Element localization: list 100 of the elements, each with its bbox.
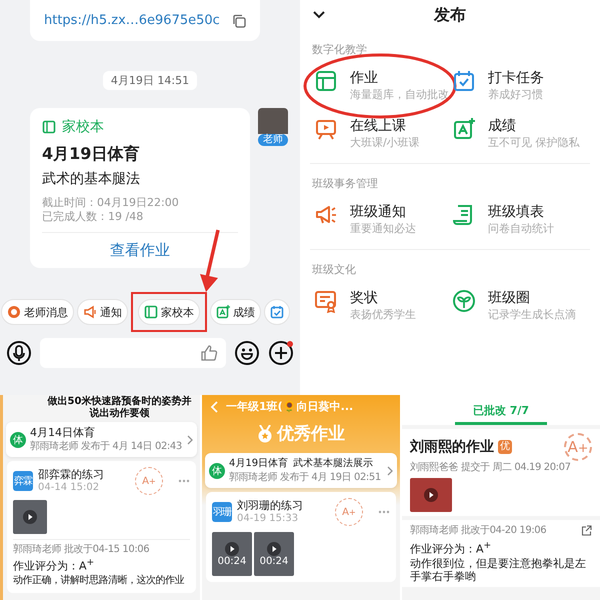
card-title: 4月19日体育 <box>42 144 140 164</box>
submission-time: 04-14 15:02 <box>38 482 100 494</box>
option-title: 班级填表 <box>488 203 545 221</box>
play-icon <box>225 542 239 556</box>
avatar-photo <box>258 108 288 134</box>
option-title: 在线上课 <box>350 117 407 135</box>
deadline-text: 截止时间：04月19日22:00 <box>42 196 180 210</box>
chevron-right-icon[interactable] <box>187 434 193 444</box>
review-comment: 动作正确，讲解时思路清晰，这次的作业 <box>13 574 186 587</box>
review-info: 郭雨琦老师 批改于04-15 10:06 <box>13 543 150 556</box>
quick-action-chip[interactable]: 通知 <box>77 299 128 325</box>
option-subtitle: 养成好习惯 <box>488 87 544 103</box>
publish-info: 郭雨琦老师 发布于 4月 14日 02:43 <box>30 440 183 453</box>
card-subtitle: 武术的基本腿法 <box>42 170 141 188</box>
publish-option[interactable]: 打卡任务 养成好习惯 <box>450 63 588 103</box>
review-info: 郭雨琦老师 批改于04-20 19:06 <box>410 524 546 537</box>
publish-option[interactable]: 奖状 表扬优秀学生 <box>312 283 450 323</box>
calendar-check-icon <box>452 69 476 93</box>
option-subtitle: 互不可见 保护隐私 <box>488 135 580 151</box>
notebook-icon <box>42 120 56 134</box>
publish-option[interactable]: 班级填表 问卷自动统计 <box>450 197 588 237</box>
submission-time: 04-19 15:33 <box>237 513 300 525</box>
option-subtitle: 记录学生成长点滴 <box>488 307 576 323</box>
chart-box-icon <box>216 305 230 319</box>
teacher-badge: 老师 <box>258 134 288 146</box>
quick-action-chip[interactable]: 老师消息 <box>1 299 74 325</box>
excellent-badge: 优 <box>498 440 512 454</box>
quick-action-chip[interactable]: 成绩 <box>210 299 261 325</box>
student-avatar: 羽珊 <box>212 502 232 522</box>
option-title: 班级圈 <box>488 289 531 307</box>
page-title: 发布 <box>432 4 467 26</box>
homework-card[interactable]: 家校本 4月19日体育 武术的基本腿法 截止时间：04月19日22:00 已完成人数：19 /48 查看作业 <box>30 108 250 268</box>
calendar-check-icon <box>270 305 284 319</box>
play-icon <box>267 542 281 556</box>
section-label: 数字化教学 <box>311 42 368 58</box>
plus-icon[interactable] <box>268 340 294 366</box>
medal-icon <box>257 424 273 442</box>
book-icon <box>314 69 338 93</box>
option-title: 作业 <box>350 69 379 87</box>
sprout-icon <box>452 289 476 313</box>
publish-info: 郭雨琦老师 发布于 4月 19日 02:51 <box>229 471 382 484</box>
option-subtitle: 重要通知必达 <box>350 221 416 237</box>
grade-text: 作业评分为：A$^{+}$ <box>13 556 96 574</box>
timestamp: 4月19日 14:51 <box>102 71 198 90</box>
chevron-down-icon[interactable] <box>312 10 326 20</box>
submission-title: 刘羽珊的练习 <box>237 499 303 513</box>
message-input[interactable] <box>40 338 226 368</box>
class-name: 一年级1班(🌻向日葵中... <box>226 399 354 414</box>
submission-info: 刘雨熙爸爸 提交于 周二 04.19 20:07 <box>410 461 572 474</box>
quick-action-chip[interactable]: 家校本 <box>138 299 200 325</box>
option-title: 成绩 <box>488 117 517 135</box>
play-icon <box>23 510 37 524</box>
task-title: 4月19日体育 <box>229 457 288 471</box>
more-icon[interactable] <box>178 479 190 483</box>
task-description: 武术基本腿法展示 <box>293 457 374 471</box>
publish-option[interactable]: 在线上课 大班课/小班课 <box>312 111 450 151</box>
section-label: 班级文化 <box>311 262 357 278</box>
share-icon[interactable] <box>581 525 592 536</box>
video-caption: 做出50米快速路预备时的姿势并说出动作要领 <box>46 395 192 421</box>
chevron-right-icon[interactable] <box>387 466 393 476</box>
video-thumbnail[interactable]: 00:24 <box>254 532 294 576</box>
video-duration: 00:24 <box>260 556 288 566</box>
option-subtitle: 海量题库，自动批改 <box>350 87 449 103</box>
option-title: 班级通知 <box>350 203 407 221</box>
copy-icon[interactable] <box>232 14 246 28</box>
subject-badge: 体 <box>10 432 26 448</box>
option-subtitle: 问卷自动统计 <box>488 221 554 237</box>
publish-option[interactable]: 班级圈 记录学生成长点滴 <box>450 283 588 323</box>
certificate-icon <box>314 289 338 313</box>
megaphone-icon <box>83 305 97 319</box>
more-icon[interactable] <box>378 510 390 514</box>
microphone-icon[interactable] <box>6 340 32 366</box>
option-title: 奖状 <box>350 289 379 307</box>
video-thumbnail[interactable] <box>410 478 452 512</box>
completion-count: 已完成人数：19 /48 <box>42 210 144 224</box>
play-icon <box>424 488 438 502</box>
video-thumbnail[interactable]: 00:24 <box>212 532 252 576</box>
chart-box-icon <box>452 117 476 141</box>
option-subtitle: 表扬优秀学生 <box>350 307 416 323</box>
app-label: 家校本 <box>62 118 104 136</box>
video-duration: 00:24 <box>218 556 246 566</box>
publish-option[interactable]: 成绩 互不可见 保护隐私 <box>450 111 588 151</box>
homework-title: 刘雨熙的作业 <box>410 438 494 456</box>
quick-action-chip[interactable] <box>264 299 290 325</box>
subject-badge: 体 <box>209 462 225 478</box>
back-icon[interactable] <box>210 400 218 412</box>
thumbs-up-icon[interactable] <box>200 344 218 362</box>
student-avatar: 弈霖 <box>13 471 33 491</box>
publish-option[interactable]: 班级通知 重要通知必达 <box>312 197 450 237</box>
grade-text: 作业评分为：A$^{+}$ <box>410 539 492 557</box>
review-comment: 动作很到位，但是要注意抱拳礼是左手掌右手拳哟 <box>410 556 587 583</box>
submission-title: 邵弈霖的练习 <box>38 468 104 482</box>
task-title: 4月14日体育 <box>30 426 96 440</box>
link-text[interactable]: https://h5.zx…6e9675e50c <box>44 13 220 28</box>
notebook-icon <box>144 305 158 319</box>
option-title: 打卡任务 <box>488 69 544 87</box>
view-homework-button[interactable]: 查看作业 <box>42 232 238 268</box>
easel-play-icon <box>314 117 338 141</box>
smiley-icon[interactable] <box>234 340 260 366</box>
video-thumbnail[interactable] <box>13 500 47 534</box>
